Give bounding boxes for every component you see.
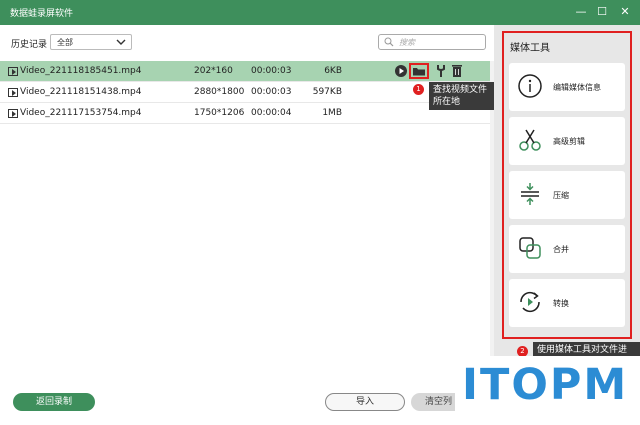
convert-icon (520, 291, 540, 313)
folder-icon[interactable] (409, 63, 429, 79)
import-button[interactable]: 导入 (325, 393, 405, 411)
tool-convert[interactable]: 转换 (509, 279, 625, 327)
info-icon (518, 74, 542, 98)
table-row[interactable]: Video_221117153754.mp4 1750*1206 00:00:0… (0, 103, 494, 124)
history-label: 历史记录 (11, 40, 48, 50)
annotation-tooltip-1: 查找视频文件 所在地 (429, 82, 495, 110)
annotation-badge-1: 1 (413, 84, 424, 95)
tool-edit-info[interactable]: 编辑媒体信息 (509, 63, 625, 111)
file-duration: 00:00:03 (251, 87, 292, 97)
title-bar: 数据蛙录屏软件 — ☐ ✕ (0, 0, 640, 25)
merge-icon (519, 237, 541, 259)
back-to-record-button[interactable]: 返回录制 (13, 393, 95, 411)
tool-compress[interactable]: 压缩 (509, 171, 625, 219)
search-placeholder: 搜索 (399, 38, 415, 47)
tool-label: 压缩 (553, 191, 569, 200)
file-duration: 00:00:03 (251, 66, 292, 76)
media-tools-frame: 媒体工具 编辑媒体信息 高级剪辑 压缩 合并 转换 (502, 31, 632, 339)
file-resolution: 1750*1206 (194, 108, 245, 118)
tool-label: 合并 (553, 245, 569, 254)
tool-label: 高级剪辑 (553, 137, 585, 146)
tooltip-1-line-1: 查找视频文件 (433, 85, 488, 95)
tool-merge[interactable]: 合并 (509, 225, 625, 273)
media-tools-title: 媒体工具 (510, 43, 550, 54)
watermark-logo: ITOPM (462, 360, 629, 410)
maximize-button[interactable]: ☐ (594, 4, 610, 20)
trash-icon[interactable] (449, 63, 465, 79)
tool-label: 编辑媒体信息 (553, 83, 601, 92)
tool-icon[interactable] (433, 63, 449, 79)
file-name: Video_221118151438.mp4 (20, 87, 142, 97)
tool-label: 转换 (553, 299, 569, 308)
file-name: Video_221117153754.mp4 (20, 108, 142, 118)
file-size: 1MB (322, 108, 342, 118)
minimize-button[interactable]: — (573, 4, 589, 20)
file-size: 6KB (324, 66, 342, 76)
table-row[interactable]: Video_221118185451.mp4 202*160 00:00:03 … (0, 61, 494, 82)
video-file-icon (8, 88, 18, 97)
file-resolution: 2880*1800 (194, 87, 245, 97)
window-title: 数据蛙录屏软件 (10, 9, 74, 19)
search-icon (384, 37, 394, 47)
compress-icon (521, 183, 539, 205)
file-resolution: 202*160 (194, 66, 233, 76)
video-file-icon (8, 109, 18, 118)
bottom-bar: 返回录制 导入 清空列 (0, 391, 494, 425)
search-input[interactable]: 搜索 (378, 34, 486, 50)
file-duration: 00:00:04 (251, 108, 292, 118)
filter-value: 全部 (57, 38, 73, 47)
tooltip-1-line-2: 所在地 (433, 97, 461, 107)
filter-dropdown[interactable]: 全部 (50, 34, 132, 50)
video-file-icon (8, 67, 18, 76)
tool-advanced-cut[interactable]: 高级剪辑 (509, 117, 625, 165)
file-size: 597KB (312, 87, 342, 97)
chevron-down-icon (116, 39, 126, 45)
close-button[interactable]: ✕ (617, 4, 633, 20)
file-name: Video_221118185451.mp4 (20, 66, 142, 76)
play-icon[interactable] (393, 63, 409, 79)
scissors-icon (519, 129, 541, 151)
